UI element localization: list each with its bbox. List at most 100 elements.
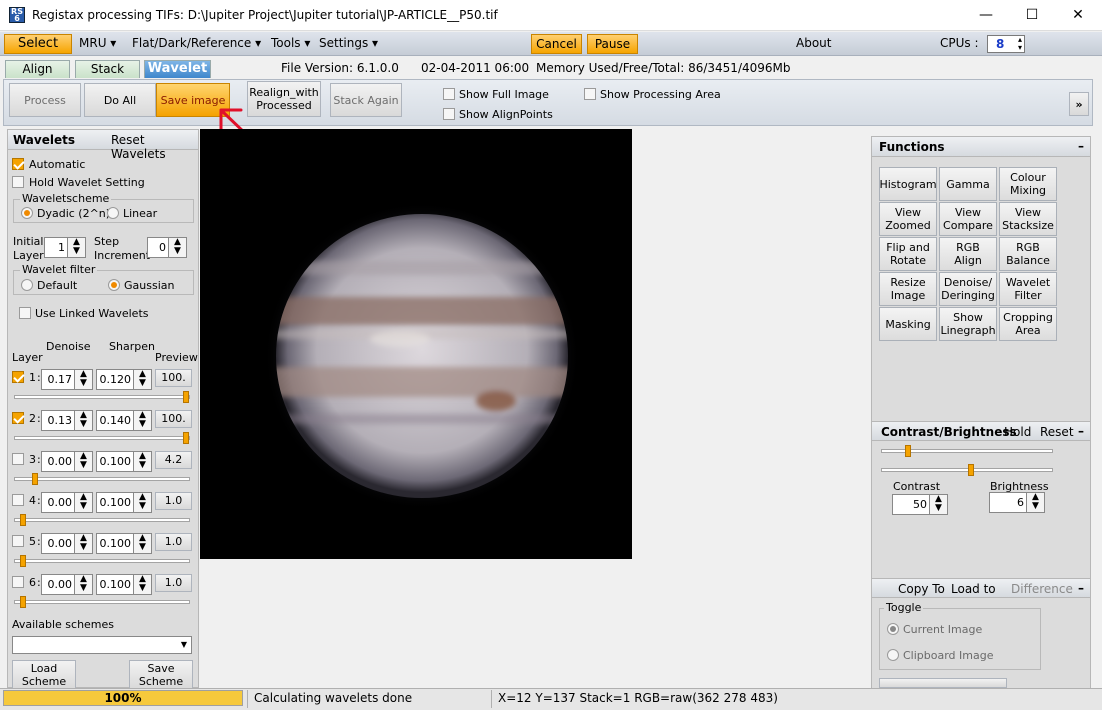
close-button[interactable]: ✕ bbox=[1055, 0, 1101, 31]
process-button[interactable]: Process bbox=[9, 83, 81, 117]
use-linked-wavelets-checkbox[interactable] bbox=[19, 307, 31, 319]
function-button[interactable]: Histogram bbox=[879, 167, 937, 201]
layer-slider[interactable] bbox=[14, 432, 190, 444]
minimize-button[interactable]: — bbox=[963, 0, 1009, 31]
layer-slider-thumb[interactable] bbox=[183, 391, 189, 403]
maximize-button[interactable]: ☐ bbox=[1009, 0, 1055, 31]
function-button[interactable]: Cropping Area bbox=[999, 307, 1057, 341]
reset-wavelets-button[interactable]: Reset Wavelets bbox=[111, 133, 198, 161]
do-all-button[interactable]: Do All bbox=[84, 83, 156, 117]
settings-menu[interactable]: Settings ▾ bbox=[319, 36, 378, 50]
function-button[interactable]: Wavelet Filter bbox=[999, 272, 1057, 306]
available-schemes-select[interactable]: ▼ bbox=[12, 636, 192, 654]
contrast-stepper[interactable]: 50 ▲ ▼ bbox=[892, 494, 948, 515]
linear-radio[interactable] bbox=[107, 207, 119, 219]
clipboard-image-radio[interactable] bbox=[887, 649, 899, 661]
denoise-stepper[interactable]: 0.00 ▲ ▼ bbox=[41, 451, 93, 472]
gaussian-filter-radio[interactable] bbox=[108, 279, 120, 291]
function-button[interactable]: Resize Image bbox=[879, 272, 937, 306]
sharpen-stepper[interactable]: 0.100 ▲ ▼ bbox=[96, 451, 152, 472]
layer-slider[interactable] bbox=[14, 391, 190, 403]
contrast-slider[interactable] bbox=[881, 445, 1053, 457]
layer-enable-checkbox[interactable] bbox=[12, 535, 24, 547]
stack-again-button[interactable]: Stack Again bbox=[330, 83, 402, 117]
sharpen-stepper[interactable]: 0.120 ▲ ▼ bbox=[96, 369, 152, 390]
function-button[interactable]: View Zoomed bbox=[879, 202, 937, 236]
partial-button[interactable] bbox=[879, 678, 1007, 688]
tab-align[interactable]: Align bbox=[5, 60, 70, 78]
sharpen-stepper[interactable]: 0.100 ▲ ▼ bbox=[96, 492, 152, 513]
preview-level-button[interactable]: 100. bbox=[155, 369, 192, 387]
layer-slider[interactable] bbox=[14, 514, 190, 526]
layer-enable-checkbox[interactable] bbox=[12, 371, 24, 383]
function-button[interactable]: Gamma bbox=[939, 167, 997, 201]
flat-dark-reference-menu[interactable]: Flat/Dark/Reference ▾ bbox=[132, 36, 261, 50]
show-full-image-checkbox[interactable] bbox=[443, 88, 455, 100]
function-button[interactable]: View Compare bbox=[939, 202, 997, 236]
denoise-stepper[interactable]: 0.13 ▲ ▼ bbox=[41, 410, 93, 431]
tab-stack[interactable]: Stack bbox=[75, 60, 140, 78]
preview-level-button[interactable]: 4.2 bbox=[155, 451, 192, 469]
layer-enable-checkbox[interactable] bbox=[12, 412, 24, 424]
current-image-radio[interactable] bbox=[887, 623, 899, 635]
layer-slider-thumb[interactable] bbox=[183, 432, 189, 444]
step-increment-stepper[interactable]: 0 ▲ ▼ bbox=[147, 237, 187, 258]
denoise-stepper[interactable]: 0.00 ▲ ▼ bbox=[41, 492, 93, 513]
layer-enable-checkbox[interactable] bbox=[12, 453, 24, 465]
layer-slider-thumb[interactable] bbox=[20, 596, 26, 608]
contrast-hold-button[interactable]: Hold bbox=[1004, 425, 1031, 439]
mru-menu[interactable]: MRU ▾ bbox=[79, 36, 116, 50]
denoise-stepper[interactable]: 0.17 ▲ ▼ bbox=[41, 369, 93, 390]
automatic-checkbox[interactable] bbox=[12, 158, 24, 170]
function-button[interactable]: RGB Align bbox=[939, 237, 997, 271]
function-button[interactable]: Flip and Rotate bbox=[879, 237, 937, 271]
preview-level-button[interactable]: 1.0 bbox=[155, 574, 192, 592]
hold-wavelet-checkbox[interactable] bbox=[12, 176, 24, 188]
select-menu[interactable]: Select bbox=[4, 34, 72, 54]
layer-enable-checkbox[interactable] bbox=[12, 576, 24, 588]
preview-level-button[interactable]: 1.0 bbox=[155, 492, 192, 510]
copy-to-button[interactable]: Copy To bbox=[898, 582, 945, 596]
about-menu[interactable]: About bbox=[796, 36, 831, 50]
preview-level-button[interactable]: 100. bbox=[155, 410, 192, 428]
difference-button[interactable]: Difference bbox=[1011, 582, 1073, 596]
dyadic-radio[interactable] bbox=[21, 207, 33, 219]
function-button[interactable]: Show Linegraph bbox=[939, 307, 997, 341]
processed-image[interactable] bbox=[200, 129, 632, 559]
layer-enable-checkbox[interactable] bbox=[12, 494, 24, 506]
pause-button[interactable]: Pause bbox=[587, 34, 638, 54]
default-filter-radio[interactable] bbox=[21, 279, 33, 291]
layer-slider-thumb[interactable] bbox=[20, 514, 26, 526]
sharpen-stepper[interactable]: 0.100 ▲ ▼ bbox=[96, 574, 152, 595]
function-button[interactable]: RGB Balance bbox=[999, 237, 1057, 271]
preview-level-button[interactable]: 1.0 bbox=[155, 533, 192, 551]
cpus-stepper[interactable]: 8 ▴ ▾ bbox=[987, 35, 1025, 53]
tools-menu[interactable]: Tools ▾ bbox=[271, 36, 310, 50]
save-scheme-button[interactable]: Save Scheme bbox=[129, 660, 193, 690]
brightness-stepper[interactable]: 6 ▲ ▼ bbox=[989, 492, 1045, 513]
layer-slider-thumb[interactable] bbox=[32, 473, 38, 485]
load-to-button[interactable]: Load to bbox=[951, 582, 996, 596]
copy-collapse-button[interactable]: – bbox=[1078, 581, 1084, 595]
functions-collapse-button[interactable]: – bbox=[1078, 139, 1084, 153]
brightness-slider-thumb[interactable] bbox=[968, 464, 974, 476]
sharpen-stepper[interactable]: 0.140 ▲ ▼ bbox=[96, 410, 152, 431]
contrast-reset-button[interactable]: Reset bbox=[1040, 425, 1074, 439]
cancel-button[interactable]: Cancel bbox=[531, 34, 582, 54]
sharpen-stepper[interactable]: 0.100 ▲ ▼ bbox=[96, 533, 152, 554]
brightness-slider[interactable] bbox=[881, 464, 1053, 476]
initial-layer-stepper[interactable]: 1 ▲ ▼ bbox=[44, 237, 86, 258]
show-processing-area-checkbox[interactable] bbox=[584, 88, 596, 100]
function-button[interactable]: Denoise/Deringing bbox=[939, 272, 997, 306]
function-button[interactable]: Masking bbox=[879, 307, 937, 341]
layer-slider-thumb[interactable] bbox=[20, 555, 26, 567]
contrast-collapse-button[interactable]: – bbox=[1078, 424, 1084, 438]
contrast-slider-thumb[interactable] bbox=[905, 445, 911, 457]
layer-slider[interactable] bbox=[14, 473, 190, 485]
expand-toolbar-button[interactable]: » bbox=[1069, 92, 1089, 116]
tab-wavelet[interactable]: Wavelet bbox=[144, 60, 211, 78]
show-alignpoints-checkbox[interactable] bbox=[443, 108, 455, 120]
function-button[interactable]: Colour Mixing bbox=[999, 167, 1057, 201]
denoise-stepper[interactable]: 0.00 ▲ ▼ bbox=[41, 533, 93, 554]
denoise-stepper[interactable]: 0.00 ▲ ▼ bbox=[41, 574, 93, 595]
